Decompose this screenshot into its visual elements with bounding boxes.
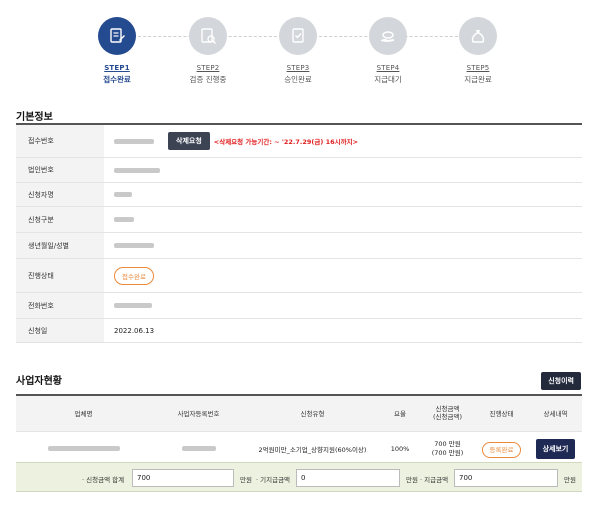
receipt-no-value <box>114 138 154 144</box>
step-3: STEP3 승인완료 <box>263 17 333 85</box>
step-2-label: 검증 진행중 <box>189 75 227 84</box>
corp-no-value <box>114 167 160 173</box>
row-receipt-no: 접수번호 삭제요청 <삭제요청 가능기간: ~ '22.7.29(금) 16시까… <box>16 125 582 158</box>
row-corp-no: 법인번호 <box>16 158 582 183</box>
hand-money-icon <box>369 17 407 55</box>
biz-header-row: 업체명 사업자등록번호 신청유형 요율 신청금액 (신청금액) 진행상태 상세내… <box>16 395 582 432</box>
header-company: 업체명 <box>16 395 151 432</box>
document-pen-icon <box>98 17 136 55</box>
total-unit: 만원 <box>240 476 252 484</box>
header-biz-no: 사업자등록번호 <box>151 395 246 432</box>
receipt-no-label: 접수번호 <box>16 125 104 157</box>
row-progress: 진행상태 접수완료 <box>16 259 582 293</box>
document-search-icon <box>189 17 227 55</box>
step-4: STEP4 지급대기 <box>353 17 423 85</box>
header-rate: 요율 <box>379 395 421 432</box>
pay-amount-input[interactable] <box>454 469 558 487</box>
already-paid-input[interactable] <box>296 469 400 487</box>
header-amount: 신청금액 (신청금액) <box>421 395 474 432</box>
basic-info-title: 기본정보 <box>16 112 53 123</box>
step-4-label: 지급대기 <box>374 75 402 84</box>
apply-date-label: 신청일 <box>16 319 104 342</box>
header-detail: 상세내역 <box>529 395 582 432</box>
basic-info-table: 접수번호 삭제요청 <삭제요청 가능기간: ~ '22.7.29(금) 16시까… <box>16 123 582 343</box>
row-applicant: 신청자명 <box>16 183 582 207</box>
already-paid-unit: 만원 <box>406 476 418 484</box>
apply-date-value: 2022.06.13 <box>114 326 155 335</box>
header-status: 진행상태 <box>474 395 529 432</box>
step-5: STEP5 지급완료 <box>443 17 513 85</box>
step-1: STEP1 접수완료 <box>82 17 152 85</box>
progress-status-badge: 접수완료 <box>114 266 154 285</box>
step-1-label: 접수완료 <box>103 75 131 84</box>
row-birth-gender: 생년월일/성별 <box>16 233 582 259</box>
already-paid-label: · 기지급금액 <box>256 476 291 484</box>
header-type: 신청유형 <box>246 395 379 432</box>
biz-table: 업체명 사업자등록번호 신청유형 요율 신청금액 (신청금액) 진행상태 상세내… <box>16 394 582 468</box>
delete-request-button[interactable]: 삭제요청 <box>168 132 210 150</box>
row-apply-date: 신청일 2022.06.13 <box>16 319 582 343</box>
corp-no-label: 법인번호 <box>16 158 104 182</box>
biz-no-value <box>181 446 216 451</box>
progress-label: 진행상태 <box>16 259 104 292</box>
approval-document-icon <box>279 17 317 55</box>
step-2: STEP2 검증 진행중 <box>173 17 243 85</box>
step-2-number: STEP2 <box>196 64 220 72</box>
phone-label: 전화번호 <box>16 293 104 318</box>
company-name-value <box>47 446 120 451</box>
step-5-label: 지급완료 <box>464 75 492 84</box>
step-5-number: STEP5 <box>466 64 490 72</box>
apply-type-label: 신청구분 <box>16 207 104 232</box>
summary-row: · 신청금액 합계 만원 · 기지급금액 만원 · 지급금액 만원 <box>16 462 582 492</box>
row-status-badge: 등록완료 <box>481 442 522 458</box>
step-3-number: STEP3 <box>286 64 310 72</box>
applicant-value <box>114 192 132 197</box>
total-amount-input[interactable] <box>132 469 234 487</box>
pay-amount-unit: 만원 <box>564 476 576 484</box>
biz-title: 사업자현황 <box>16 376 62 387</box>
total-label: · 신청금액 합계 <box>82 476 125 484</box>
apply-type-value <box>114 217 134 222</box>
amount-sub-value: (700 만원) <box>431 449 464 457</box>
row-phone: 전화번호 <box>16 293 582 319</box>
step-4-number: STEP4 <box>376 64 400 72</box>
delete-notice: <삭제요청 가능기간: ~ '22.7.29(금) 16시까지> <box>213 138 359 146</box>
detail-button[interactable]: 상세보기 <box>535 439 576 459</box>
step-1-number: STEP1 <box>104 64 130 72</box>
progress-steps: STEP1 접수완료 STEP2 검증 진행중 STEP3 승인완료 STEP4… <box>0 17 600 89</box>
row-apply-type: 신청구분 <box>16 207 582 233</box>
money-bag-icon <box>459 17 497 55</box>
history-button[interactable]: 신청이력 <box>541 372 581 390</box>
amount-value: 700 만원 <box>434 439 461 448</box>
birth-gender-value <box>114 243 154 248</box>
step-3-label: 승인완료 <box>284 75 312 84</box>
pay-amount-label: · 지급금액 <box>420 476 449 484</box>
phone-value <box>114 303 152 308</box>
applicant-label: 신청자명 <box>16 183 104 206</box>
birth-gender-label: 생년월일/성별 <box>16 233 104 258</box>
